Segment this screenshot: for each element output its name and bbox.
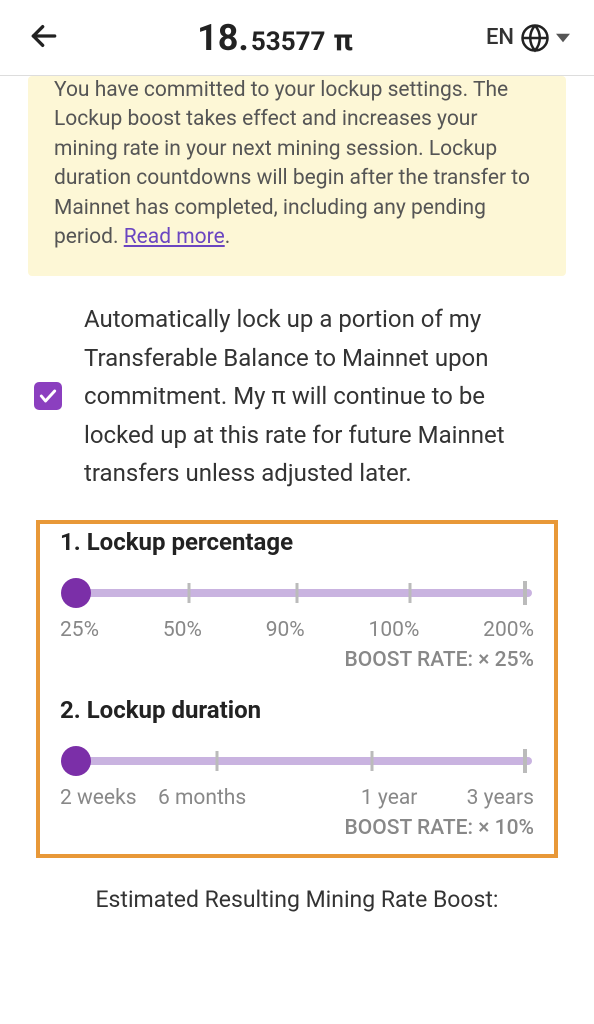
auto-lockup-option: Automatically lock up a portion of my Tr…	[0, 296, 594, 520]
pi-symbol: π	[333, 23, 352, 58]
slider-track	[62, 757, 532, 765]
slider-tick	[523, 581, 527, 605]
lockup-duration-title: 2. Lockup duration	[60, 696, 534, 724]
lockup-percentage-title: 1. Lockup percentage	[60, 528, 534, 556]
label-6months: 6 months	[109, 786, 296, 810]
label-3years: 3 years	[467, 786, 534, 810]
info-text: You have committed to your lockup settin…	[54, 78, 530, 249]
balance-integer: 18.	[197, 17, 249, 59]
percentage-labels: 25% 50% 90% 100% 200%	[60, 618, 534, 642]
estimated-boost-label: Estimated Resulting Mining Rate Boost:	[36, 886, 558, 913]
read-more-link[interactable]: Read more	[124, 225, 225, 249]
auto-lockup-label: Automatically lock up a portion of my Tr…	[84, 300, 550, 492]
back-arrow-icon	[28, 20, 60, 52]
lockup-percentage-slider[interactable]	[62, 578, 532, 608]
label-50: 50%	[163, 618, 202, 642]
slider-thumb[interactable]	[61, 746, 91, 776]
info-notice: You have committed to your lockup settin…	[28, 76, 566, 276]
label-100: 100%	[369, 618, 420, 642]
back-button[interactable]	[24, 16, 64, 59]
slider-tick	[371, 751, 374, 771]
duration-boost-rate: BOOST RATE: × 10%	[60, 816, 534, 840]
language-selector[interactable]: EN	[486, 23, 570, 53]
label-90: 90%	[266, 618, 305, 642]
chevron-down-icon	[556, 31, 570, 45]
slider-tick	[408, 583, 411, 603]
slider-thumb[interactable]	[61, 578, 91, 608]
lockup-settings-panel: 1. Lockup percentage 25% 50% 90% 100% 20…	[36, 520, 558, 858]
duration-labels: 2 weeks 6 months 1 year 3 years	[60, 786, 534, 810]
balance-display: 18. 53577 π	[197, 17, 353, 59]
label-25: 25%	[60, 618, 99, 642]
balance-decimal: 53577	[251, 27, 326, 57]
globe-icon	[520, 23, 550, 53]
slider-tick	[296, 583, 299, 603]
label-200: 200%	[483, 618, 534, 642]
lockup-duration-slider[interactable]	[62, 746, 532, 776]
app-header: 18. 53577 π EN	[0, 0, 594, 76]
slider-tick	[187, 583, 190, 603]
auto-lockup-checkbox[interactable]	[34, 382, 62, 410]
lockup-duration-section: 2. Lockup duration 2 weeks 6 months 1 ye…	[60, 696, 534, 840]
lockup-percentage-section: 1. Lockup percentage 25% 50% 90% 100% 20…	[60, 528, 534, 672]
language-code: EN	[486, 25, 514, 50]
check-icon	[38, 386, 58, 406]
percentage-boost-rate: BOOST RATE: × 25%	[60, 648, 534, 672]
label-1year: 1 year	[296, 786, 483, 810]
slider-tick	[216, 751, 219, 771]
slider-tick	[523, 749, 527, 773]
